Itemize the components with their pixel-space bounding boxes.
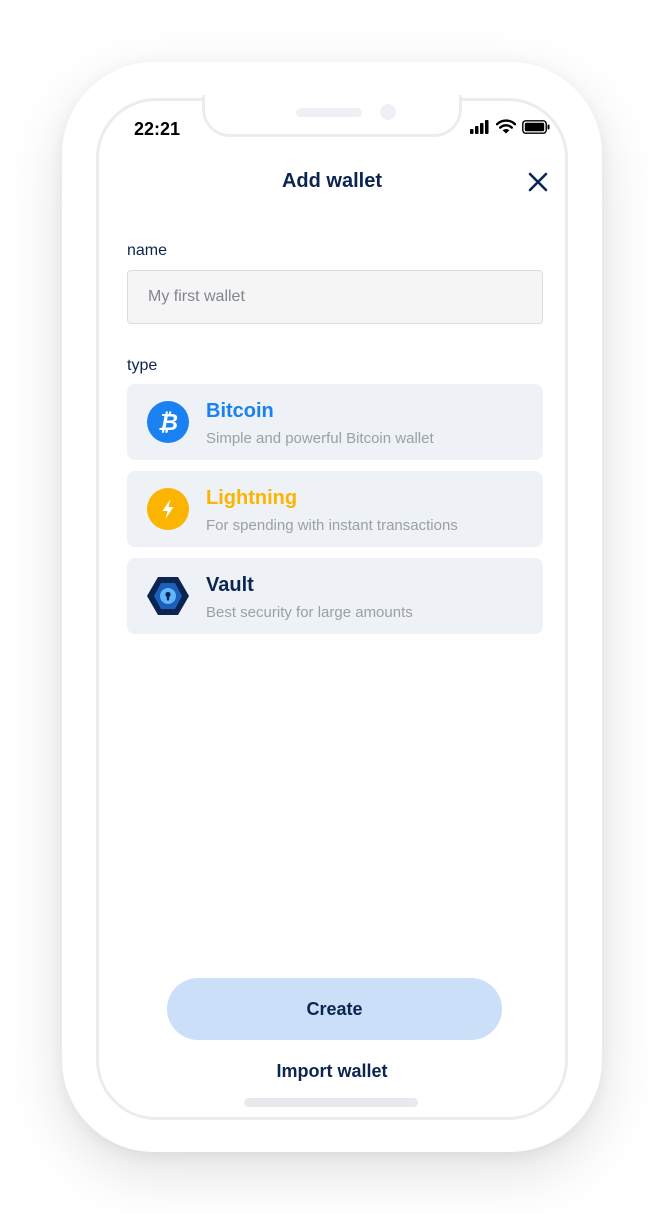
home-indicator [244,1098,418,1107]
create-button[interactable]: Create [167,978,502,1040]
page-title: Add wallet [281,170,382,192]
close-button[interactable] [526,170,550,194]
close-icon [528,172,548,192]
wallet-type-title: Lightning [206,487,298,509]
speaker-grill [296,108,362,117]
lightning-icon [147,488,189,530]
battery-icon [522,119,550,134]
signal-icon [470,119,489,134]
wallet-type-description: For spending with instant transactions [206,517,458,534]
wallet-type-description: Best security for large amounts [206,604,413,621]
type-label: type [127,357,158,374]
wallet-type-bitcoin[interactable]: ₿ Bitcoin Simple and powerful Bitcoin wa… [127,384,543,460]
wallet-name-input[interactable] [127,270,543,324]
wallet-type-title: Bitcoin [206,400,274,422]
front-camera [380,104,396,120]
wallet-type-vault[interactable]: Vault Best security for large amounts [127,558,543,634]
name-label: name [127,242,168,259]
wifi-icon [496,119,516,134]
status-icons [470,119,550,134]
wallet-type-lightning[interactable]: Lightning For spending with instant tran… [127,471,543,547]
vault-icon [147,575,189,617]
import-wallet-link[interactable]: Import wallet [0,1061,664,1082]
bitcoin-icon: ₿ [147,401,189,443]
status-time: 22:21 [134,119,181,139]
svg-text:₿: ₿ [158,410,178,436]
wallet-type-description: Simple and powerful Bitcoin wallet [206,430,434,447]
wallet-type-title: Vault [206,574,254,596]
